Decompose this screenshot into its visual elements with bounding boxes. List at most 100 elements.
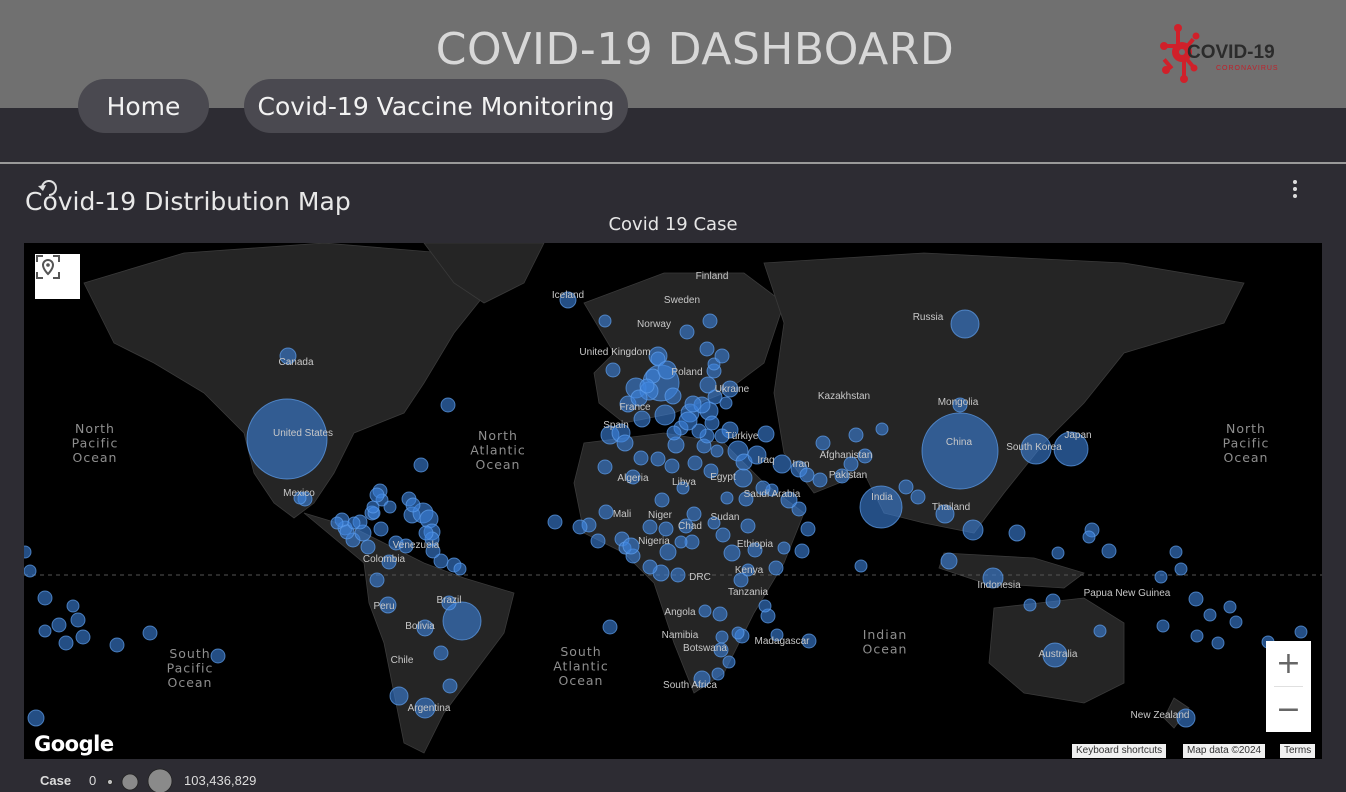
case-bubble[interactable] [598, 314, 612, 328]
case-bubble[interactable] [58, 635, 74, 651]
case-bubble[interactable] [1294, 625, 1308, 639]
case-bubble[interactable] [373, 521, 389, 537]
case-bubble[interactable] [66, 599, 80, 613]
terms-link[interactable]: Terms [1280, 744, 1316, 758]
case-bubble[interactable] [347, 516, 361, 530]
case-bubble[interactable] [1174, 562, 1188, 576]
case-bubble[interactable] [699, 341, 715, 357]
case-bubble[interactable] [453, 562, 467, 576]
case-bubble[interactable] [369, 487, 385, 503]
case-bubble[interactable] [654, 492, 670, 508]
case-bubble[interactable] [768, 560, 784, 576]
case-bubble[interactable] [142, 625, 158, 641]
case-bubble[interactable] [740, 518, 756, 534]
case-bubble[interactable] [1211, 636, 1225, 650]
case-bubble[interactable] [24, 545, 32, 559]
case-bubble[interactable] [1045, 593, 1061, 609]
vaccine-monitoring-button[interactable]: Covid-19 Vaccine Monitoring [244, 79, 628, 133]
case-bubble[interactable] [854, 559, 868, 573]
case-bubble[interactable] [875, 422, 889, 436]
case-bubble[interactable] [246, 398, 328, 480]
case-bubble[interactable] [722, 655, 736, 669]
case-bubble[interactable] [413, 457, 429, 473]
case-bubble[interactable] [642, 519, 658, 535]
case-bubble[interactable] [720, 491, 734, 505]
case-bubble[interactable] [799, 467, 815, 483]
case-bubble[interactable] [715, 527, 731, 543]
case-bubble[interactable] [37, 590, 53, 606]
case-bubble[interactable] [698, 604, 712, 618]
case-bubble[interactable] [1008, 524, 1026, 542]
case-bubble[interactable] [330, 516, 344, 530]
case-bubble[interactable] [109, 637, 125, 653]
case-bubble[interactable] [686, 506, 702, 522]
case-bubble[interactable] [940, 552, 958, 570]
case-bubble[interactable] [1203, 608, 1217, 622]
case-bubble[interactable] [678, 411, 698, 431]
case-bubble[interactable] [715, 630, 729, 644]
case-bubble[interactable] [383, 500, 397, 514]
case-bubble[interactable] [405, 497, 421, 513]
zoom-out-button[interactable]: − [1266, 687, 1311, 732]
case-bubble[interactable] [710, 444, 724, 458]
case-bubble[interactable] [848, 427, 864, 443]
case-bubble[interactable] [210, 648, 226, 664]
case-bubble[interactable] [687, 455, 703, 471]
case-bubble[interactable] [910, 489, 926, 505]
case-bubble[interactable] [1082, 530, 1096, 544]
case-bubble[interactable] [757, 425, 775, 443]
case-bubble[interactable] [38, 624, 52, 638]
case-bubble[interactable] [572, 519, 588, 535]
case-bubble[interactable] [1154, 570, 1168, 584]
case-bubble[interactable] [962, 519, 984, 541]
case-bubble[interactable] [772, 454, 792, 474]
case-bubble[interactable] [590, 533, 606, 549]
case-bubble[interactable] [622, 537, 640, 555]
case-bubble[interactable] [1188, 591, 1204, 607]
case-bubble[interactable] [711, 667, 725, 681]
case-bubble[interactable] [75, 629, 91, 645]
case-bubble[interactable] [664, 387, 682, 405]
case-bubble[interactable] [702, 313, 718, 329]
case-bubble[interactable] [547, 514, 563, 530]
case-bubble[interactable] [658, 521, 674, 537]
more-options-icon[interactable] [1285, 178, 1305, 200]
case-bubble[interactable] [27, 709, 45, 727]
case-bubble[interactable] [666, 425, 682, 441]
case-bubble[interactable] [921, 412, 999, 490]
case-bubble[interactable] [758, 599, 772, 613]
keyboard-shortcuts-link[interactable]: Keyboard shortcuts [1072, 744, 1167, 758]
case-bubble[interactable] [598, 504, 614, 520]
case-bubble[interactable] [777, 541, 791, 555]
case-bubble[interactable] [1229, 615, 1243, 629]
case-bubble[interactable] [664, 458, 680, 474]
case-bubble[interactable] [815, 435, 831, 451]
case-bubble[interactable] [418, 525, 434, 541]
case-bubble[interactable] [1093, 624, 1107, 638]
case-bubble[interactable] [602, 619, 618, 635]
case-bubble[interactable] [442, 678, 458, 694]
case-bubble[interactable] [679, 324, 695, 340]
case-bubble[interactable] [616, 434, 634, 452]
case-bubble[interactable] [633, 410, 651, 428]
case-bubble[interactable] [369, 572, 385, 588]
case-bubble[interactable] [704, 415, 720, 431]
locate-button[interactable] [35, 254, 80, 299]
case-bubble[interactable] [654, 404, 676, 426]
case-bubble[interactable] [366, 500, 380, 514]
distribution-map[interactable]: North Pacific Ocean North Atlantic Ocean North… [24, 243, 1322, 759]
case-bubble[interactable] [51, 617, 67, 633]
case-bubble[interactable] [1190, 629, 1204, 643]
case-bubble[interactable] [684, 395, 702, 413]
case-bubble[interactable] [1156, 619, 1170, 633]
case-bubble[interactable] [633, 450, 649, 466]
case-bubble[interactable] [733, 468, 753, 488]
case-bubble[interactable] [1051, 546, 1065, 560]
case-bubble[interactable] [1101, 543, 1117, 559]
case-bubble[interactable] [605, 362, 621, 378]
case-bubble[interactable] [433, 645, 449, 661]
case-bubble[interactable] [812, 472, 828, 488]
case-bubble[interactable] [597, 459, 613, 475]
case-bubble[interactable] [24, 564, 37, 578]
case-bubble[interactable] [642, 559, 658, 575]
